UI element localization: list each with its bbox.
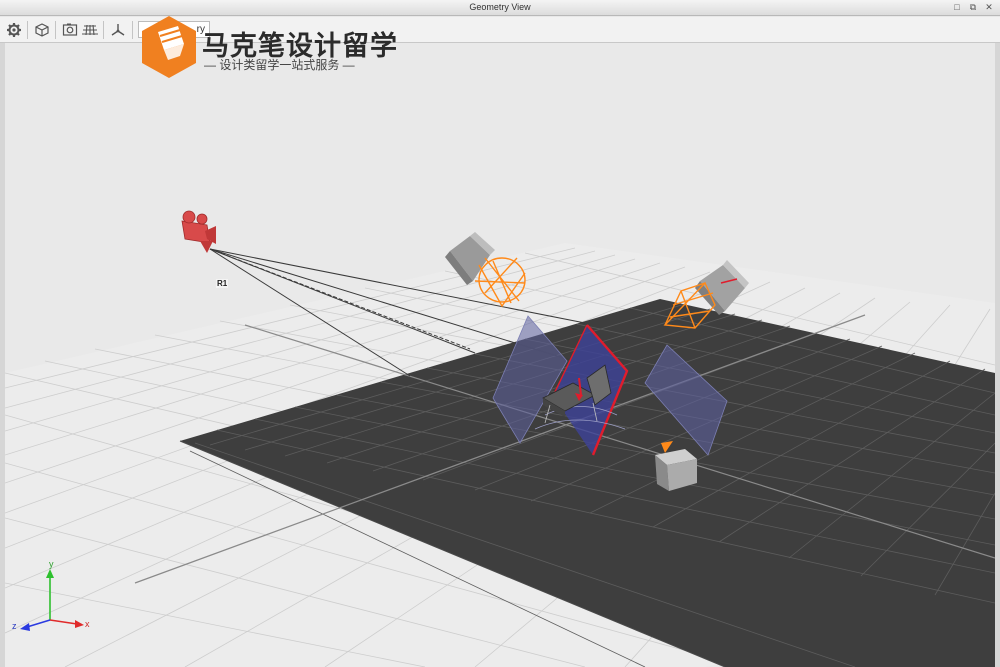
maximize-button[interactable]: □	[952, 2, 962, 12]
gear-icon	[7, 23, 21, 37]
camera-label: R1	[216, 279, 229, 288]
watermark-subtitle: — 设计类留学一站式服务 —	[204, 58, 355, 72]
close-button[interactable]: ✕	[984, 2, 994, 12]
scene-canvas[interactable]	[5, 43, 995, 667]
toolbar-separator	[103, 21, 104, 39]
watermark-logo: 马克笔设计留学 — 设计类留学一站式服务 —	[138, 14, 408, 80]
settings-button[interactable]	[4, 20, 24, 40]
view-cube-button[interactable]	[32, 20, 52, 40]
cube-icon	[35, 23, 49, 37]
y-axis-label: y	[49, 559, 54, 569]
video-camera-icon[interactable]	[181, 210, 216, 253]
grid-button[interactable]	[80, 20, 100, 40]
grid-icon	[82, 24, 98, 36]
screenshot-icon	[62, 23, 78, 36]
restore-button[interactable]: ⧉	[968, 2, 978, 12]
toolbar-separator	[55, 21, 56, 39]
marker-pen-logo-icon	[142, 16, 196, 78]
3d-viewport[interactable]: R1 y x z	[0, 43, 1000, 667]
axes-icon	[111, 24, 125, 36]
z-axis-label: z	[12, 621, 17, 631]
screenshot-button[interactable]	[60, 20, 80, 40]
toolbar-separator	[27, 21, 28, 39]
axes-button[interactable]	[108, 20, 128, 40]
window-controls: □ ⧉ ✕	[952, 2, 994, 12]
window-title: Geometry View	[469, 2, 531, 12]
geometry-view-window: Geometry View □ ⧉ ✕ ry R1 y x z 马克笔设计留学 …	[0, 0, 1000, 667]
x-axis-label: x	[85, 619, 90, 629]
toolbar-separator	[132, 21, 133, 39]
